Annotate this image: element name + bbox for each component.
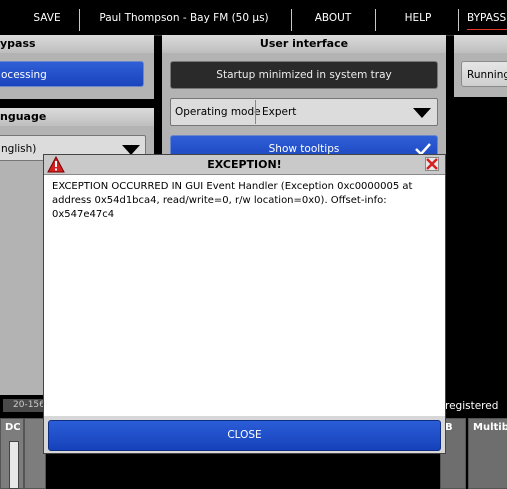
- exception-dialog: EXCEPTION! EXCEPTION OCCURRED IN GUI Eve…: [43, 154, 446, 454]
- chevron-down-icon: [413, 108, 431, 118]
- operating-mode-label: Operating mode: [175, 106, 261, 118]
- startup-minimized-toggle[interactable]: Startup minimized in system tray: [170, 61, 438, 89]
- multiband-tab-label: Multib: [473, 422, 507, 433]
- dialog-title: EXCEPTION!: [207, 158, 282, 171]
- station-preset-label[interactable]: Paul Thompson - Bay FM (50 µs): [86, 0, 282, 35]
- bypass-panel-title: ypass: [0, 35, 154, 53]
- dc-panel[interactable]: DC: [0, 418, 24, 489]
- menu-divider: [79, 9, 80, 31]
- right-panel: Running: [454, 35, 507, 97]
- registration-status: registered: [445, 400, 499, 412]
- dc-slider[interactable]: [9, 441, 19, 489]
- dc-tab-label: DC: [5, 422, 21, 433]
- top-menu-bar: SAVE Paul Thompson - Bay FM (50 µs) ABOU…: [0, 0, 507, 36]
- multiband-panel[interactable]: Multib: [468, 418, 507, 489]
- menu-divider: [291, 9, 292, 31]
- dialog-titlebar: EXCEPTION!: [44, 155, 445, 175]
- save-menu-button[interactable]: SAVE: [25, 0, 69, 35]
- processing-button[interactable]: ocessing: [0, 61, 144, 87]
- language-panel-title: nguage: [0, 108, 154, 126]
- version-status: 20-156: [3, 399, 45, 412]
- dialog-footer: CLOSE: [44, 416, 445, 453]
- about-menu-button[interactable]: ABOUT: [306, 0, 360, 35]
- select-divider: [255, 100, 256, 124]
- operating-mode-value: Expert: [262, 106, 297, 118]
- right-panel-title: [454, 35, 507, 53]
- user-interface-panel-title: User interface: [162, 35, 446, 53]
- running-button[interactable]: Running: [461, 61, 507, 87]
- bypass-panel: ypass ocessing: [0, 35, 154, 99]
- operating-mode-select[interactable]: Operating mode Expert: [170, 98, 438, 126]
- close-icon[interactable]: [425, 157, 439, 171]
- bypass-active-underline: [467, 29, 507, 30]
- help-menu-button[interactable]: HELP: [394, 0, 442, 35]
- menu-divider: [375, 9, 376, 31]
- language-select-value: nglish): [1, 143, 37, 155]
- b-tab-label: B: [445, 422, 453, 433]
- exception-message: EXCEPTION OCCURRED IN GUI Event Handler …: [52, 181, 413, 220]
- menu-divider: [458, 9, 459, 31]
- close-button[interactable]: CLOSE: [48, 420, 441, 451]
